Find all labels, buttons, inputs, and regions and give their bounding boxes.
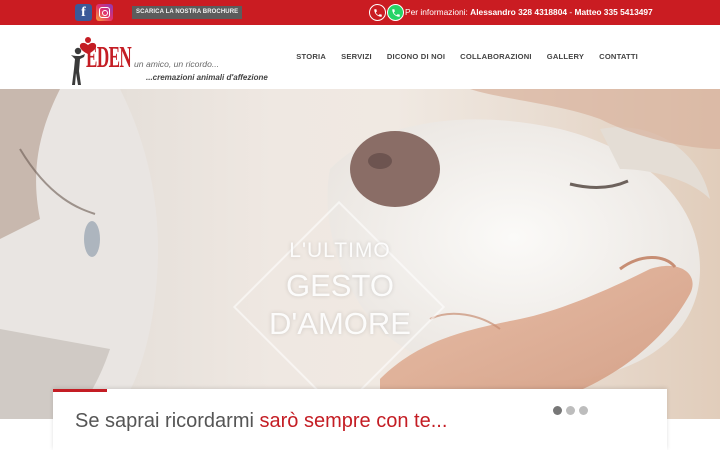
main-nav: STORIA SERVIZI DICONO DI NOI COLLABORAZI… — [296, 52, 638, 61]
top-bar: f SCARICA LA NOSTRA BROCHURE Per informa… — [0, 0, 720, 25]
contact-info: Per informazioni: Alessandro 328 4318804… — [405, 7, 653, 17]
slider-pagination — [553, 406, 588, 415]
instagram-icon[interactable] — [96, 4, 113, 21]
contact-prefix: Per informazioni: — [405, 7, 468, 17]
hero-line-2: GESTO — [286, 268, 394, 303]
hero-line-3: D'AMORE — [269, 306, 411, 341]
logo-subtagline: ...cremazioni animali d'affezione — [146, 73, 268, 82]
eden-logo[interactable]: EDEN un amico, un ricordo... ...cremazio… — [68, 31, 268, 87]
slider-dot-2[interactable] — [566, 406, 575, 415]
slider-dot-3[interactable] — [579, 406, 588, 415]
slide-caption: Se saprai ricordarmi sarò sempre con te.… — [53, 389, 667, 450]
contact-alessandro[interactable]: Alessandro 328 4318804 — [470, 7, 567, 17]
phone-icon[interactable] — [369, 4, 386, 21]
hero-headline: L'ULTIMO GESTO D'AMORE — [250, 239, 430, 342]
nav-storia[interactable]: STORIA — [296, 52, 326, 61]
hero-slider[interactable]: L'ULTIMO GESTO D'AMORE — [0, 89, 720, 419]
site-header: EDEN un amico, un ricordo... ...cremazio… — [0, 25, 720, 89]
caption-highlight: sarò sempre con te... — [259, 410, 448, 432]
contact-matteo[interactable]: Matteo 335 5413497 — [574, 7, 652, 17]
hero-line-1: L'ULTIMO — [289, 239, 391, 262]
caption-plain: Se saprai ricordarmi — [75, 410, 260, 432]
nav-collaborazioni[interactable]: COLLABORAZIONI — [460, 52, 532, 61]
caption-accent-bar — [53, 389, 107, 392]
slider-dot-1[interactable] — [553, 406, 562, 415]
nav-dicono-di-noi[interactable]: DICONO DI NOI — [387, 52, 445, 61]
whatsapp-icon[interactable] — [387, 4, 404, 21]
nav-gallery[interactable]: GALLERY — [547, 52, 584, 61]
caption-quote: Se saprai ricordarmi sarò sempre con te.… — [75, 410, 447, 433]
nav-servizi[interactable]: SERVIZI — [341, 52, 372, 61]
logo-tagline: un amico, un ricordo... — [134, 59, 220, 69]
logo-wordmark: EDEN — [86, 39, 132, 74]
nav-contatti[interactable]: CONTATTI — [599, 52, 638, 61]
facebook-icon[interactable]: f — [75, 4, 92, 21]
download-brochure-button[interactable]: SCARICA LA NOSTRA BROCHURE — [132, 6, 243, 19]
